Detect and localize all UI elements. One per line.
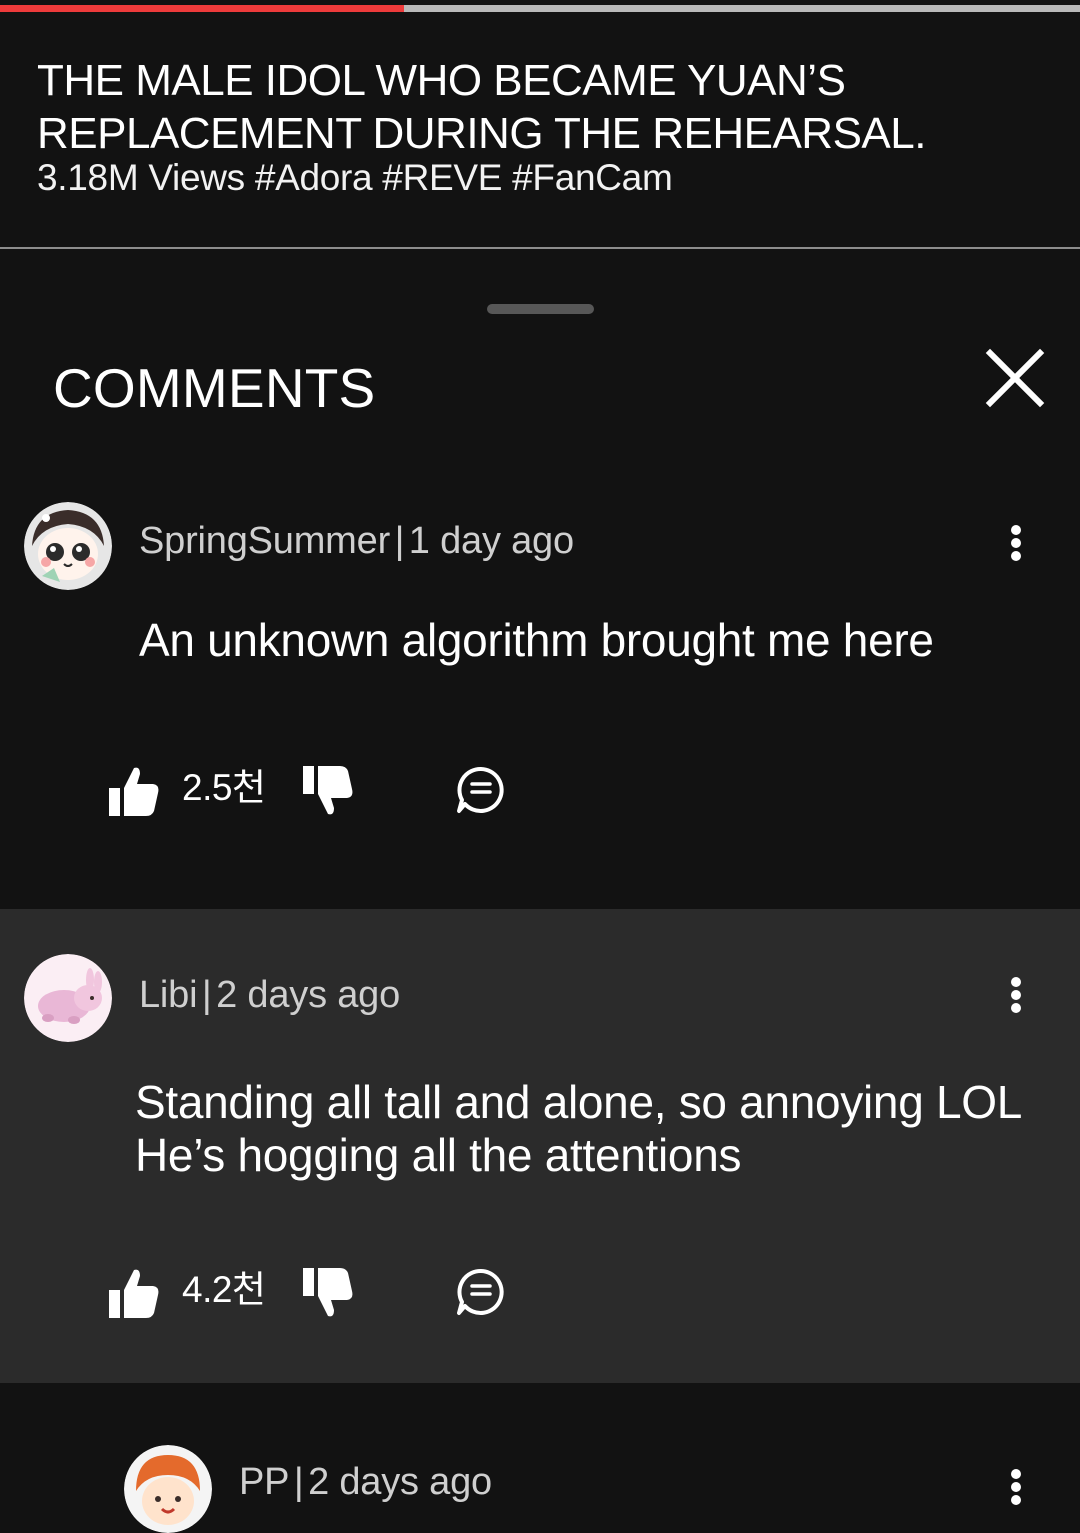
like-button[interactable]	[106, 1266, 162, 1325]
video-progress-bar[interactable]	[0, 0, 1080, 12]
comment-author-line: SpringSummer | 1 day ago	[139, 520, 574, 562]
comment-author-line: Libi | 2 days ago	[139, 974, 401, 1016]
thumbs-down-icon	[303, 766, 353, 815]
video-info: THE MALE IDOL WHO BECAME YUAN’S REPLACEM…	[0, 12, 1080, 247]
video-title: THE MALE IDOL WHO BECAME YUAN’S REPLACEM…	[37, 54, 1037, 160]
avatar[interactable]	[24, 954, 112, 1042]
dislike-button[interactable]	[300, 764, 356, 823]
comment-actions: 4.2천	[0, 1258, 1080, 1328]
comment-author-line: PP | 2 days ago	[239, 1461, 492, 1503]
cartoon-boy-avatar-icon	[124, 1445, 212, 1533]
close-button[interactable]	[978, 341, 1052, 415]
progress-fill	[0, 5, 404, 12]
video-title-line-1: THE MALE IDOL WHO BECAME YUAN’S	[37, 56, 846, 105]
comment-time: 2 days ago	[308, 1461, 492, 1503]
reply-button[interactable]	[455, 764, 507, 821]
comment-item: Libi | 2 days ago Standing all tall and al…	[0, 909, 1080, 1383]
close-icon	[985, 348, 1045, 408]
comment-time: 1 day ago	[408, 520, 574, 562]
dislike-button[interactable]	[300, 1266, 356, 1325]
comment-item: SpringSummer | 1 day ago An unknown algori…	[0, 469, 1080, 909]
comment-text: An unknown algorithm brought me here	[139, 614, 934, 666]
more-options-button[interactable]	[1001, 515, 1031, 571]
reply-comment-icon	[457, 1268, 504, 1315]
pink-bunny-avatar-icon	[24, 954, 112, 1042]
more-options-button[interactable]	[1001, 967, 1031, 1023]
comment-author[interactable]: Libi	[139, 974, 198, 1016]
comment-author[interactable]: PP	[239, 1461, 289, 1503]
comments-title: COMMENTS	[53, 357, 376, 419]
reply-comment-icon	[457, 766, 504, 813]
like-button[interactable]	[106, 764, 162, 823]
like-count: 4.2천	[182, 1269, 266, 1310]
like-count: 2.5천	[182, 767, 266, 808]
thumbs-up-icon	[109, 1269, 159, 1318]
video-meta: 3.18M Views #Adora #REVE #FanCam	[37, 157, 673, 198]
reply-button[interactable]	[455, 1266, 507, 1323]
cartoon-girl-avatar-icon	[24, 502, 112, 590]
sheet-drag-handle[interactable]	[487, 304, 594, 314]
comment-text: Standing all tall and alone, so annoying…	[135, 1076, 1023, 1181]
comment-author[interactable]: SpringSummer	[139, 520, 390, 562]
comment-item: PP | 2 days ago	[0, 1383, 1080, 1533]
thumbs-up-icon	[109, 767, 159, 816]
comments-sheet: COMMENTS SpringSummer | 1 day ago An unk…	[0, 249, 1080, 1533]
comment-time: 2 days ago	[216, 974, 401, 1016]
more-options-button[interactable]	[1001, 1459, 1031, 1515]
avatar[interactable]	[24, 502, 112, 590]
thumbs-down-icon	[303, 1268, 353, 1317]
comment-actions: 2.5천	[0, 756, 1080, 826]
avatar[interactable]	[124, 1445, 212, 1533]
video-title-line-2: REPLACEMENT DURING THE REHEARSAL.	[37, 109, 926, 158]
